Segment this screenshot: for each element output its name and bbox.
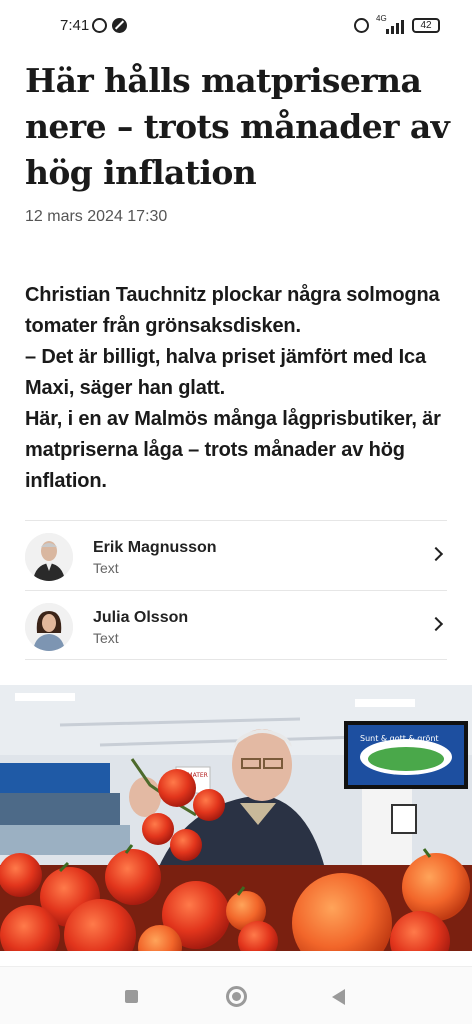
article-date: 12 mars 2024 17:30	[25, 208, 168, 225]
status-bar: 7:41 4G 42	[0, 0, 472, 52]
article-lead: Christian Tauchnitz plockar några solmog…	[25, 280, 457, 497]
author-avatar	[25, 533, 73, 581]
lead-paragraph: Christian Tauchnitz plockar några solmog…	[25, 284, 440, 337]
lead-paragraph: Här, i en av Malmös många lågprisbutiker…	[25, 408, 441, 492]
author-list: Erik Magnusson Text Julia Olsson Text	[25, 520, 447, 660]
author-role: Text	[93, 630, 119, 646]
author-row-julia-olsson[interactable]: Julia Olsson Text	[25, 590, 447, 660]
author-avatar	[25, 603, 73, 651]
author-role: Text	[93, 560, 119, 576]
author-row-erik-magnusson[interactable]: Erik Magnusson Text	[25, 520, 447, 590]
article-headline: Här hålls matpriserna nere – trots månad…	[25, 61, 450, 192]
chevron-right-icon	[428, 546, 444, 562]
status-time: 7:41	[60, 17, 90, 34]
square-icon[interactable]	[125, 990, 138, 1003]
author-name: Erik Magnusson	[93, 539, 217, 556]
alarm-icon	[354, 18, 369, 33]
author-name: Julia Olsson	[93, 609, 189, 626]
battery-icon: 42	[412, 18, 440, 33]
do-not-disturb-icon	[112, 18, 127, 33]
whatsapp-icon	[92, 18, 107, 33]
article-photo[interactable]: Sunt & gott & grönt TOMATER	[0, 685, 472, 951]
tv-screen-text: Sunt & gott & grönt	[360, 734, 439, 743]
back-triangle-icon[interactable]	[332, 989, 345, 1005]
signal-icon	[386, 18, 408, 34]
circle-icon[interactable]	[226, 986, 247, 1007]
system-navigation-bar	[0, 966, 472, 1024]
chevron-right-icon	[428, 616, 444, 632]
lead-paragraph: – Det är billigt, halva priset jämfört m…	[25, 346, 427, 399]
